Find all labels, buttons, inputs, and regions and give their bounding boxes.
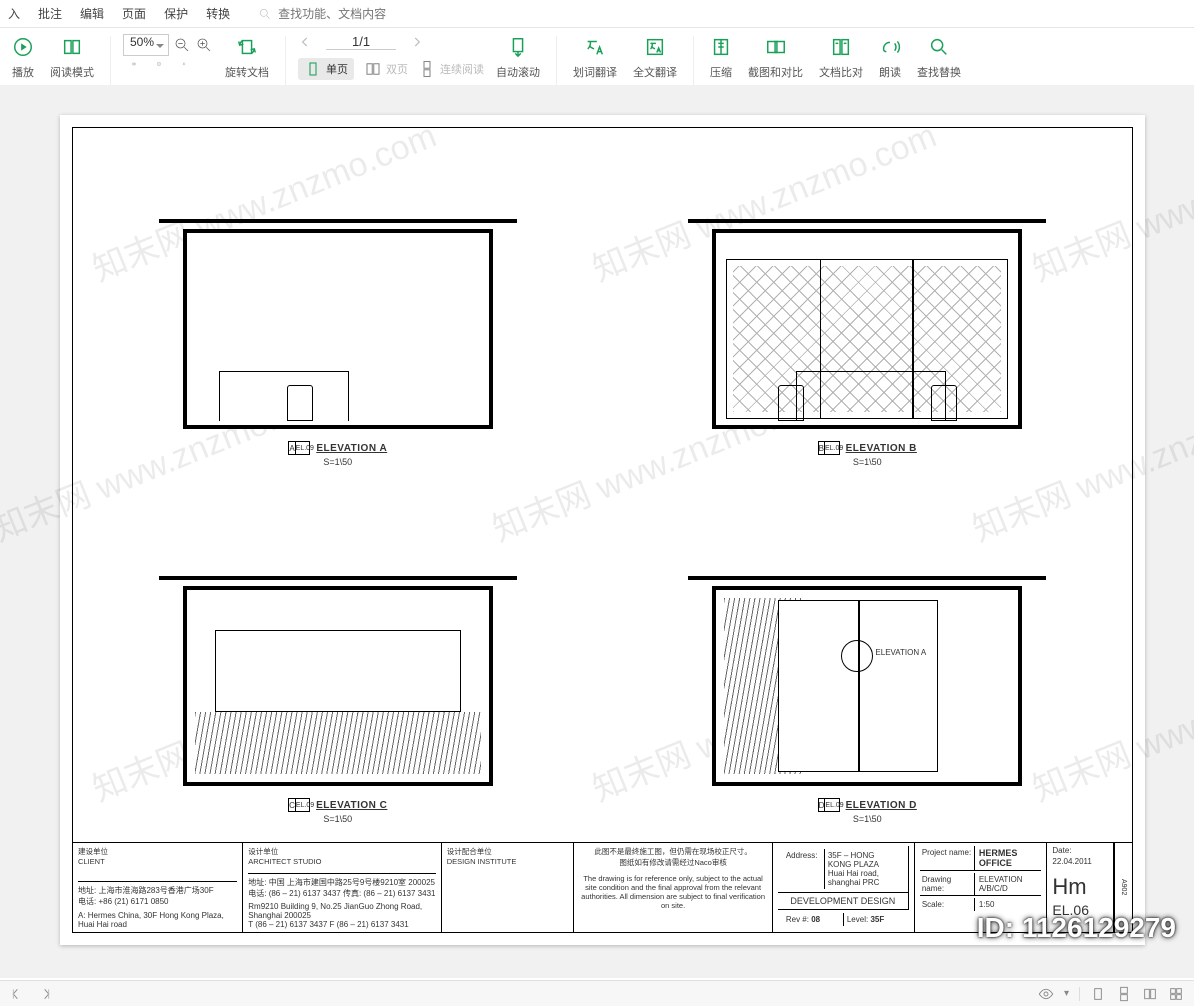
menu-bar: 入 批注 编辑 页面 保护 转换: [0, 0, 1194, 28]
fit-width-icon[interactable]: 1:1: [123, 62, 145, 84]
next-icon[interactable]: [36, 986, 52, 1002]
elevation-d-caption: DEL.09ELEVATION D S=1\50: [818, 798, 917, 824]
tb-note-en: The drawing is for reference only, subje…: [579, 874, 767, 910]
book-view-icon[interactable]: [1142, 986, 1158, 1002]
auto-scroll-button[interactable]: 自动滚动: [492, 34, 544, 80]
elevation-a-drawing: [183, 229, 493, 429]
eye-icon[interactable]: [1038, 986, 1054, 1002]
read-aloud-label: 朗读: [879, 64, 901, 80]
function-search[interactable]: [258, 7, 438, 21]
tb-project: HERMES OFFICE: [975, 846, 1042, 870]
play-button[interactable]: 播放: [8, 34, 38, 80]
tb-note-cn: 此图不是最终施工图，但仍需在现场校正尺寸。 图纸如有修改请需经过Naco审核: [579, 846, 767, 868]
svg-text:1:1: 1:1: [133, 64, 135, 66]
continuous-view-icon[interactable]: [1116, 986, 1132, 1002]
prev-icon[interactable]: [10, 986, 26, 1002]
status-bar: ▾: [0, 980, 1194, 1006]
find-replace-button[interactable]: 查找替换: [913, 34, 965, 80]
continuous-button[interactable]: 连续阅读: [418, 58, 484, 80]
fit-page-icon[interactable]: [148, 62, 170, 84]
tb-arch-en: Rm9210 Building 9, No.25 JianGuo Zhong R…: [248, 902, 436, 929]
search-input[interactable]: [278, 7, 438, 21]
resource-id-overlay: ID: 1126129279: [977, 912, 1176, 944]
elevation-a: AEL.09ELEVATION A S=1\50: [73, 128, 603, 485]
tb-date-label: Date:: [1052, 846, 1108, 855]
elevation-c: CEL.09ELEVATION C S=1\50: [73, 485, 603, 842]
elevation-a-caption: AEL.09ELEVATION A S=1\50: [288, 441, 387, 467]
doc-compare-label: 文档比对: [819, 64, 863, 80]
menu-item[interactable]: 保护: [164, 5, 188, 22]
page-input[interactable]: [326, 34, 396, 50]
zoom-in-icon[interactable]: [195, 36, 213, 54]
tb-logo: Hm: [1052, 874, 1108, 900]
rotate-label: 旋转文档: [225, 64, 269, 80]
tb-drawing-name: ELEVATION A/B/C/D: [975, 873, 1042, 895]
continuous-label: 连续阅读: [440, 61, 484, 77]
pdf-page: 知末网 www.znzmo.com 知末网 www.znzmo.com 知末网 …: [60, 115, 1145, 945]
single-page-label: 单页: [326, 61, 348, 77]
grid-view-icon[interactable]: [1168, 986, 1184, 1002]
menu-item[interactable]: 批注: [38, 5, 62, 22]
prev-page-icon[interactable]: [298, 35, 312, 49]
document-viewport[interactable]: 知末网 www.znzmo.com 知末网 www.znzmo.com 知末网 …: [0, 85, 1194, 978]
elevation-c-caption: CEL.09ELEVATION C S=1\50: [288, 798, 387, 824]
elevation-b-caption: BEL.09ELEVATION B S=1\50: [818, 441, 917, 467]
tb-phase: DEVELOPMENT DESIGN: [778, 893, 909, 910]
rotate-doc-button[interactable]: 旋转文档: [221, 34, 273, 80]
tb-address-label: Address:: [783, 849, 825, 889]
zoom-select[interactable]: 50%: [123, 34, 169, 56]
double-page-label: 双页: [386, 61, 408, 77]
elevation-b: BEL.09ELEVATION B S=1\50: [603, 128, 1133, 485]
play-label: 播放: [12, 64, 34, 80]
search-icon: [258, 7, 272, 21]
sheet-border: AEL.09ELEVATION A S=1\50: [72, 127, 1133, 933]
read-mode-button[interactable]: 阅读模式: [46, 34, 98, 80]
inset-label: ELEVATION A: [875, 648, 926, 657]
compress-button[interactable]: 压缩: [706, 34, 736, 80]
find-replace-label: 查找替换: [917, 64, 961, 80]
read-aloud-button[interactable]: 朗读: [875, 34, 905, 80]
rotate-left-icon[interactable]: [173, 62, 195, 84]
capture-compare-button[interactable]: 截图和对比: [744, 34, 807, 80]
tb-inst-label: 设计配合单位 DESIGN INSTITUTE: [447, 846, 569, 866]
tb-address: 35F – HONG KONG PLAZA Huai Hai road, sha…: [825, 849, 903, 889]
tb-client-label: 建设单位 CLIENT: [78, 846, 237, 866]
next-page-icon[interactable]: [410, 35, 424, 49]
tb-arch-addr: 地址: 中国 上海市建国中路25号9号楼9210室 200025 电话: (86…: [248, 877, 436, 899]
tb-arch-label: 设计单位 ARCHITECT STUDIO: [248, 846, 436, 866]
full-translate-button[interactable]: 全文翻译: [629, 34, 681, 80]
word-translate-label: 划词翻译: [573, 64, 617, 80]
zoom-out-icon[interactable]: [173, 36, 191, 54]
tb-scale: 1:50: [975, 898, 1042, 911]
menu-item[interactable]: 入: [8, 5, 20, 22]
tb-date: 22.04.2011: [1052, 857, 1108, 866]
tb-client-en: A: Hermes China, 30F Hong Kong Plaza, Hu…: [78, 911, 237, 929]
capture-compare-label: 截图和对比: [748, 64, 803, 80]
elevation-c-drawing: [183, 586, 493, 786]
word-translate-button[interactable]: 划词翻译: [569, 34, 621, 80]
page-and-view-group: 单页 双页 连续阅读: [298, 34, 484, 80]
elevation-d: ELEVATION A DEL.09ELEVATION D S=1\50: [603, 485, 1133, 842]
compress-label: 压缩: [710, 64, 732, 80]
elevation-d-drawing: ELEVATION A: [712, 586, 1022, 786]
menu-item[interactable]: 编辑: [80, 5, 104, 22]
menu-item[interactable]: 页面: [122, 5, 146, 22]
page-view-icon[interactable]: [1090, 986, 1106, 1002]
title-block: 建设单位 CLIENT 地址: 上海市淮海路283号香港广场30F 电话: +8…: [73, 842, 1132, 932]
elevation-b-drawing: [712, 229, 1022, 429]
tb-client-addr: 地址: 上海市淮海路283号香港广场30F 电话: +86 (21) 6171 …: [78, 885, 237, 907]
full-translate-label: 全文翻译: [633, 64, 677, 80]
menu-item[interactable]: 转换: [206, 5, 230, 22]
doc-compare-button[interactable]: 文档比对: [815, 34, 867, 80]
single-page-button[interactable]: 单页: [298, 58, 354, 80]
read-mode-label: 阅读模式: [50, 64, 94, 80]
auto-scroll-label: 自动滚动: [496, 64, 540, 80]
double-page-button[interactable]: 双页: [364, 58, 408, 80]
